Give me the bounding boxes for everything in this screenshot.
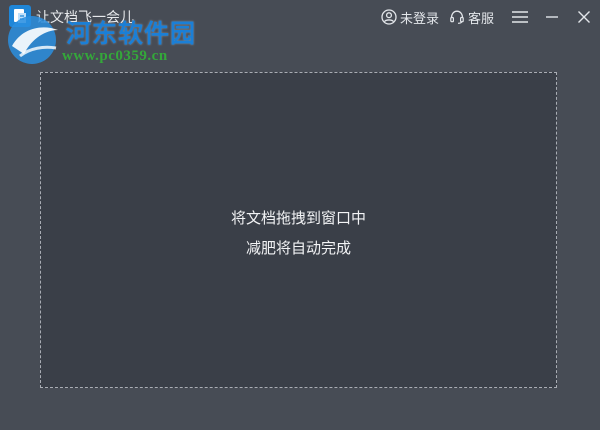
close-icon <box>578 11 590 23</box>
app-logo-icon <box>9 5 31 27</box>
customer-service-button[interactable]: 客服 <box>449 8 494 27</box>
file-drop-zone[interactable]: 将文档拖拽到窗口中 减肥将自动完成 <box>40 72 557 388</box>
service-label: 客服 <box>467 11 494 27</box>
login-label: 未登录 <box>399 11 439 27</box>
headset-icon <box>450 10 464 24</box>
watermark-url: www.pc0359.cn <box>62 48 168 64</box>
menu-button[interactable] <box>504 0 536 34</box>
app-window: 让文档飞一会儿 未登录 客服 河东软件园 www.pc0359.cn 将文档拖拽… <box>0 0 600 430</box>
top-actions: 未登录 客服 <box>381 0 600 34</box>
drop-hint-line1: 将文档拖拽到窗口中 <box>230 209 366 227</box>
user-icon <box>381 9 397 25</box>
minimize-icon <box>546 16 558 18</box>
drop-hint-line2: 减肥将自动完成 <box>245 239 351 257</box>
close-button[interactable] <box>568 0 600 34</box>
minimize-button[interactable] <box>536 0 568 34</box>
app-title: 让文档飞一会儿 <box>36 10 134 26</box>
login-button[interactable]: 未登录 <box>381 8 439 27</box>
title-bar[interactable]: 让文档飞一会儿 未登录 客服 <box>0 0 600 34</box>
hamburger-menu-icon <box>512 11 528 23</box>
